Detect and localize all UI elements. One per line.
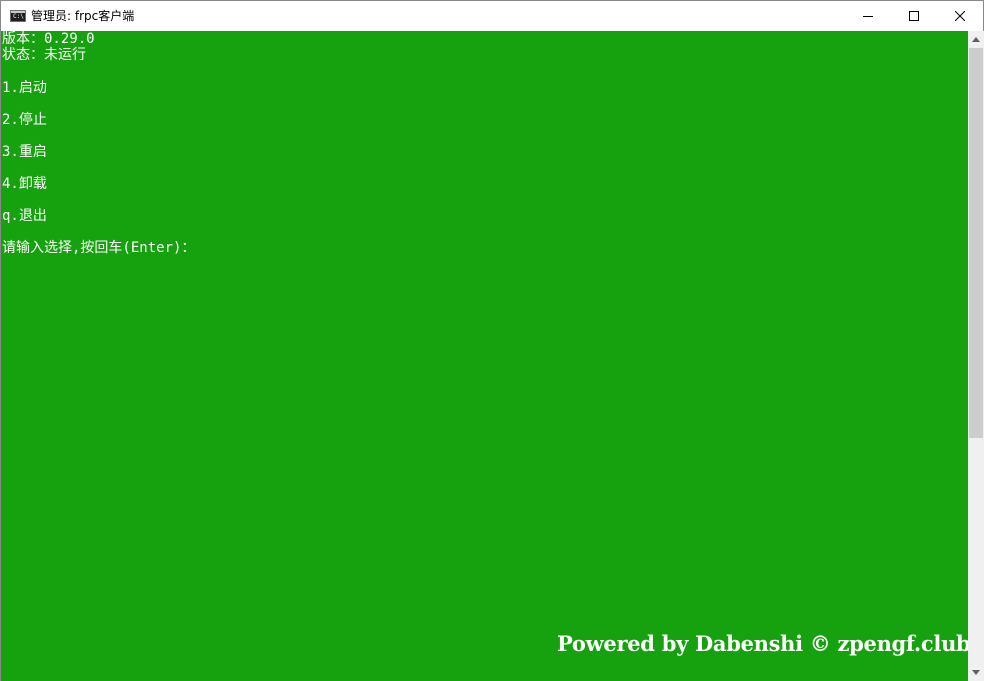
window-title: 管理员: frpc客户端 [31, 9, 135, 23]
menu-item-start: 1.启动 [2, 80, 47, 96]
menu-item-quit: q.退出 [2, 208, 47, 224]
scroll-thumb[interactable] [969, 48, 983, 438]
minimize-button[interactable] [845, 1, 891, 31]
menu-item-uninstall: 4.卸载 [2, 176, 47, 192]
scroll-down-arrow-icon [972, 670, 980, 675]
menu-item-stop: 2.停止 [2, 112, 47, 128]
maximize-button[interactable] [891, 1, 937, 31]
powered-by-watermark: Powered by Dabenshi © zpengf.club [557, 631, 968, 656]
vertical-scrollbar[interactable] [968, 31, 984, 681]
console-icon-text: C:\ [13, 13, 24, 20]
menu-item-restart: 3.重启 [2, 144, 47, 160]
scroll-up-arrow-icon [972, 37, 980, 42]
console-output[interactable]: 版本：0.29.0 状态：未运行 1.启动 2.停止 3.重启 4.卸载 q.退… [1, 31, 968, 681]
minimize-icon [863, 16, 873, 17]
title-bar[interactable]: C:\ 管理员: frpc客户端 [1, 1, 983, 31]
console-icon[interactable]: C:\ [10, 10, 26, 22]
scroll-up-button[interactable] [968, 31, 984, 48]
close-button[interactable] [937, 1, 983, 31]
maximize-icon [909, 11, 919, 21]
input-prompt: 请输入选择,按回车(Enter)： [2, 240, 196, 256]
scroll-down-button[interactable] [968, 664, 984, 681]
console-window: C:\ 管理员: frpc客户端 版本：0.29.0 状态：未运行 1.启动 2… [0, 0, 984, 681]
close-icon [955, 11, 965, 21]
status-line: 状态：未运行 [2, 47, 86, 63]
version-line: 版本：0.29.0 [2, 31, 95, 47]
